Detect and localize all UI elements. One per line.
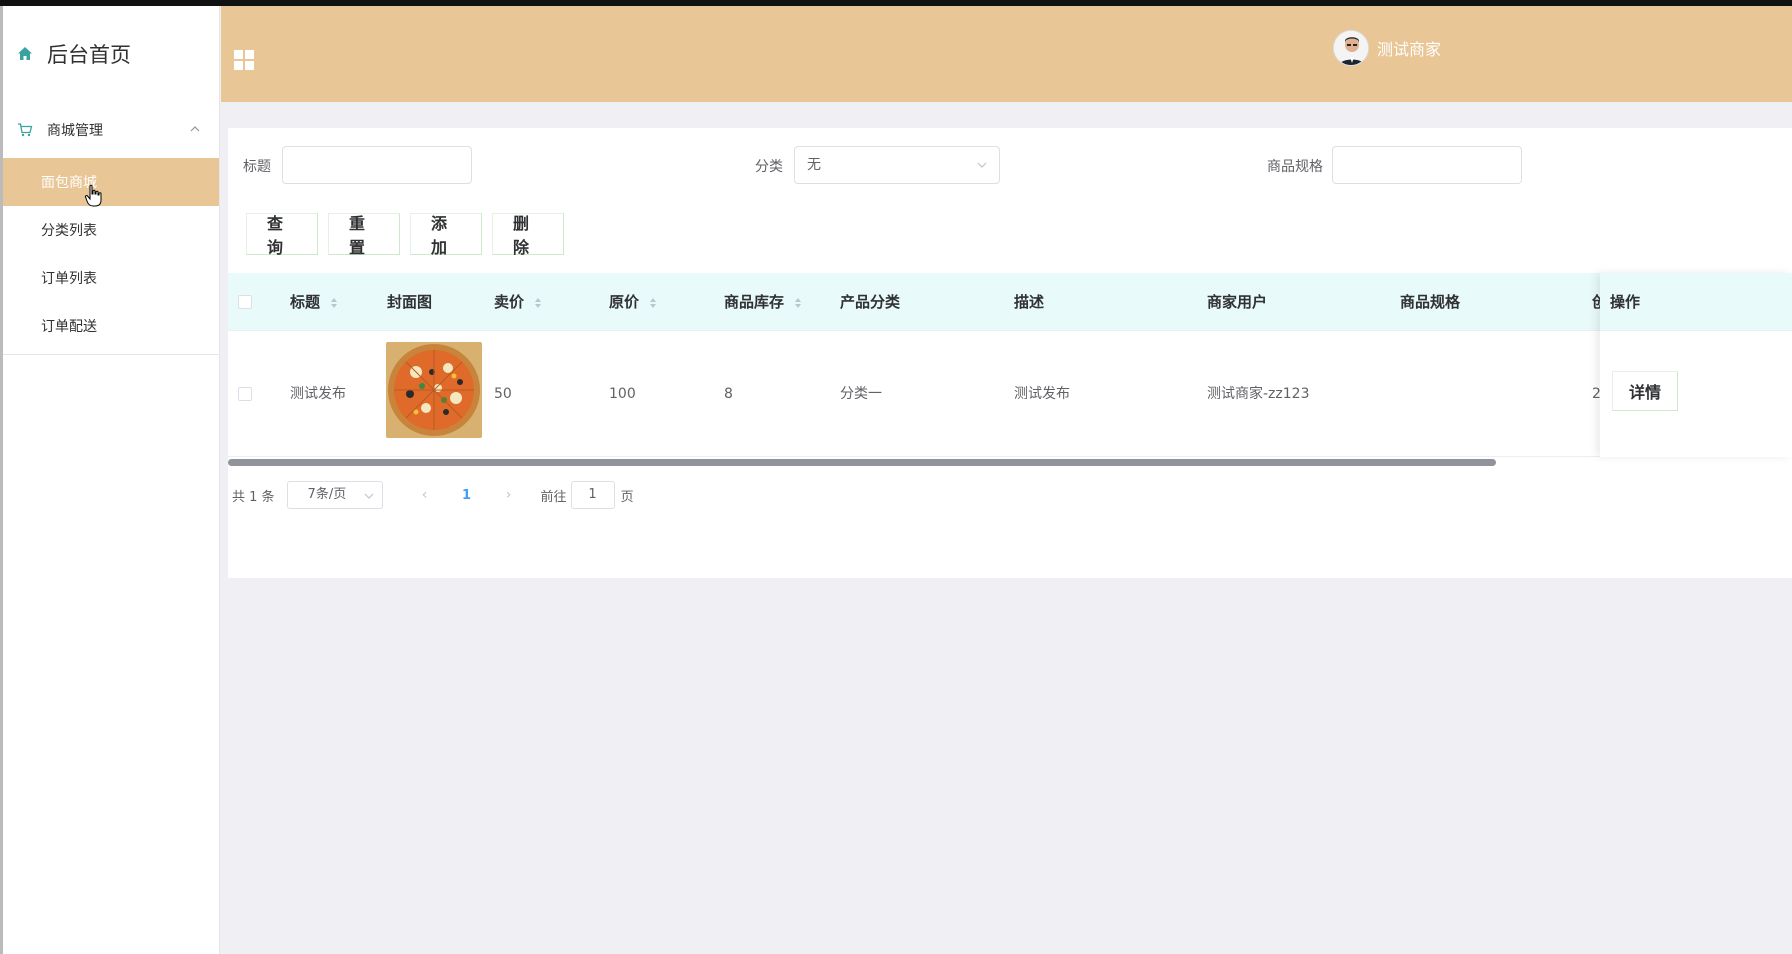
table-header: 标题 封面图 卖价 原价 商品库存 产品分类 描述 商家用户 商品规格 创 — [228, 273, 1792, 331]
home-icon — [18, 47, 32, 60]
cell-title: 测试发布 — [290, 386, 346, 402]
column-header-category: 产品分类 — [840, 293, 901, 311]
pagination: 共 1 条 7条/页 ‹ 1 › 前往 1 页 — [232, 480, 634, 510]
cart-icon — [18, 123, 33, 137]
sidebar-item-order-delivery[interactable]: 订单配送 — [3, 302, 219, 350]
sidebar-item-label: 分类列表 — [41, 223, 97, 239]
column-header-spec: 商品规格 — [1400, 293, 1461, 311]
cover-image — [386, 342, 482, 438]
add-button[interactable]: 添加 — [410, 213, 482, 257]
page-number[interactable]: 1 — [453, 488, 481, 503]
next-page-button[interactable]: › — [499, 487, 519, 503]
category-select-value: 无 — [807, 157, 821, 173]
chevron-down-icon — [977, 162, 987, 168]
user-name: 测试商家 — [1377, 40, 1442, 59]
chevron-up-icon — [190, 126, 200, 132]
chevron-down-icon — [364, 493, 373, 499]
sidebar-divider — [3, 354, 219, 355]
cell-merchant: 测试商家-zz123 — [1207, 386, 1310, 402]
pagination-total: 共 1 条 — [232, 489, 275, 505]
sidebar-item-label: 订单配送 — [41, 319, 97, 335]
toolbar: 查询 重置 添加 删除 — [246, 213, 564, 257]
detail-button[interactable]: 详情 — [1612, 371, 1678, 411]
title-search-label: 标题 — [243, 159, 271, 175]
cell-description: 测试发布 — [1014, 386, 1070, 402]
title-search-input[interactable] — [282, 146, 472, 184]
scrollbar-thumb[interactable] — [228, 459, 1496, 466]
cell-stock: 8 — [724, 386, 733, 402]
menu-group-label: 商城管理 — [47, 123, 103, 139]
select-all-checkbox[interactable] — [238, 295, 252, 309]
column-header-cover: 封面图 — [387, 293, 433, 311]
apps-grid-icon[interactable] — [233, 49, 255, 71]
cell-category: 分类一 — [840, 386, 882, 402]
reset-button[interactable]: 重置 — [328, 213, 400, 257]
product-table: 标题 封面图 卖价 原价 商品库存 产品分类 描述 商家用户 商品规格 创 — [228, 273, 1792, 457]
sidebar-home-link[interactable]: 后台首页 — [3, 6, 219, 102]
column-header-description: 描述 — [1014, 293, 1045, 311]
user-menu[interactable]: 测试商家 — [1333, 30, 1441, 66]
sort-caret-icon — [650, 297, 657, 308]
top-header: 测试商家 — [221, 6, 1792, 102]
category-select[interactable]: 无 — [794, 146, 1000, 184]
fixed-action-column: 操作 详情 — [1600, 273, 1792, 457]
table-row: 测试发布 50 100 8 分类一 测试发布 测试商家-zz123 2 — [228, 331, 1792, 457]
column-header-title[interactable]: 标题 — [290, 273, 338, 331]
query-button[interactable]: 查询 — [246, 213, 318, 257]
sidebar-home-title: 后台首页 — [47, 43, 131, 67]
page-size-value: 7条/页 — [307, 487, 347, 502]
sort-caret-icon — [795, 297, 802, 308]
cell-sell-price: 50 — [494, 386, 512, 402]
page-suffix: 页 — [620, 489, 634, 505]
cell-orig-price: 100 — [609, 386, 636, 402]
sidebar-item-bread-mall[interactable]: 面包商城 — [3, 158, 219, 206]
delete-button[interactable]: 删除 — [492, 213, 564, 257]
column-header-stock[interactable]: 商品库存 — [724, 273, 802, 331]
column-header-orig-price[interactable]: 原价 — [609, 273, 657, 331]
column-header-sell-price[interactable]: 卖价 — [494, 273, 542, 331]
sidebar-item-category-list[interactable]: 分类列表 — [3, 206, 219, 254]
avatar — [1333, 30, 1369, 66]
hand-cursor-icon — [84, 184, 102, 207]
column-header-merchant: 商家用户 — [1207, 293, 1268, 311]
page-size-select[interactable]: 7条/页 — [286, 481, 383, 509]
goto-label: 前往 — [540, 489, 567, 505]
sidebar-item-order-list[interactable]: 订单列表 — [3, 254, 219, 302]
pizza-image — [386, 342, 482, 438]
sidebar: 后台首页 商城管理 面包商城 分类列表 订单列表 订单配送 — [0, 6, 220, 954]
prev-page-button[interactable]: ‹ — [415, 487, 435, 503]
column-header-actions: 操作 — [1600, 273, 1792, 331]
horizontal-scrollbar[interactable] — [228, 458, 1792, 466]
row-checkbox[interactable] — [238, 387, 252, 401]
sort-caret-icon — [331, 297, 338, 308]
sort-caret-icon — [535, 297, 542, 308]
menu-group-mall-management[interactable]: 商城管理 — [3, 102, 219, 158]
main-content: 标题 分类 无 商品规格 查询 重置 添加 删除 标题 封面图 卖价 原价 商品… — [228, 128, 1792, 578]
search-form: 标题 分类 无 商品规格 — [228, 146, 1792, 186]
goto-page-input[interactable]: 1 — [570, 481, 615, 509]
spec-search-label: 商品规格 — [1267, 159, 1323, 175]
sidebar-item-label: 订单列表 — [41, 271, 97, 287]
category-select-label: 分类 — [755, 159, 783, 175]
user-avatar-icon — [1334, 31, 1368, 65]
spec-search-input[interactable] — [1332, 146, 1522, 184]
